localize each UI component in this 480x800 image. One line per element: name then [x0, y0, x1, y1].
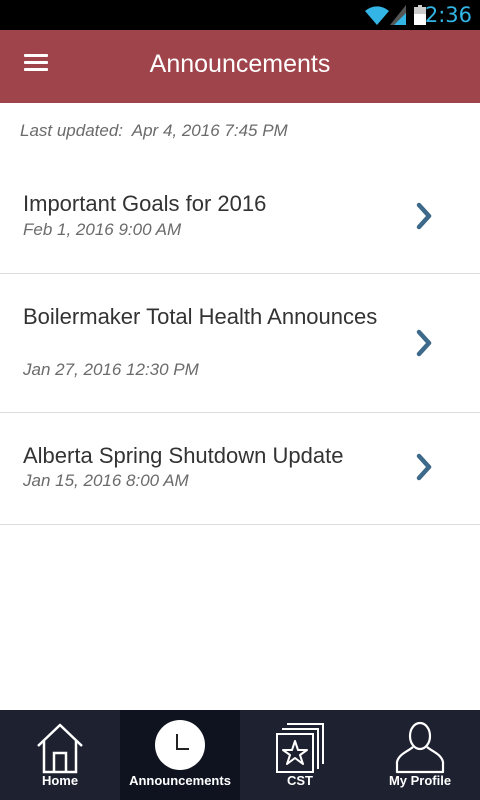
star-badge-icon [276, 723, 324, 773]
announcement-title: Boilermaker Total Health Announces [23, 304, 378, 329]
announcement-item[interactable]: Alberta Spring Shutdown Update Jan 15, 2… [0, 413, 480, 525]
chevron-right-icon [416, 329, 432, 357]
tab-cst[interactable]: CST [240, 710, 360, 800]
announcement-item[interactable]: Important Goals for 2016 Feb 1, 2016 9:0… [0, 160, 480, 274]
app-bar: Announcements [0, 30, 480, 103]
chevron-right-icon [416, 202, 432, 230]
status-bar: 2:36 [0, 0, 480, 30]
wifi-icon [365, 6, 389, 25]
bottom-nav: Home Announcements CST My Profile [0, 710, 480, 800]
announcement-title: Important Goals for 2016 [23, 191, 267, 216]
chevron-right-icon [416, 453, 432, 481]
last-updated-value: Apr 4, 2016 7:45 PM [131, 121, 288, 140]
page-title: Announcements [149, 50, 331, 78]
announcement-date: Feb 1, 2016 9:00 AM [23, 220, 182, 239]
status-time: 2:36 [424, 3, 472, 27]
tab-home[interactable]: Home [0, 710, 120, 800]
person-icon [395, 721, 445, 774]
clock-icon [155, 720, 205, 770]
home-icon [37, 723, 83, 774]
last-updated-label: Last updated: [20, 121, 124, 140]
announcement-item[interactable]: Boilermaker Total Health Announces Jan 2… [0, 274, 480, 413]
tab-my-profile-label: My Profile [388, 773, 452, 788]
signal-icon [390, 5, 406, 25]
announcement-date: Jan 27, 2016 12:30 PM [23, 360, 199, 379]
tab-cst-label: CST [287, 773, 313, 788]
tab-announcements[interactable]: Announcements [120, 710, 240, 800]
announcement-list: Important Goals for 2016 Feb 1, 2016 9:0… [0, 160, 480, 525]
announcement-date: Jan 15, 2016 8:00 AM [23, 471, 189, 490]
announcement-title: Alberta Spring Shutdown Update [23, 443, 344, 468]
tab-home-label: Home [41, 773, 79, 788]
tab-my-profile[interactable]: My Profile [360, 710, 480, 800]
tab-announcements-label: Announcements [129, 773, 231, 788]
last-updated: Last updated: Apr 4, 2016 7:45 PM [20, 121, 288, 141]
